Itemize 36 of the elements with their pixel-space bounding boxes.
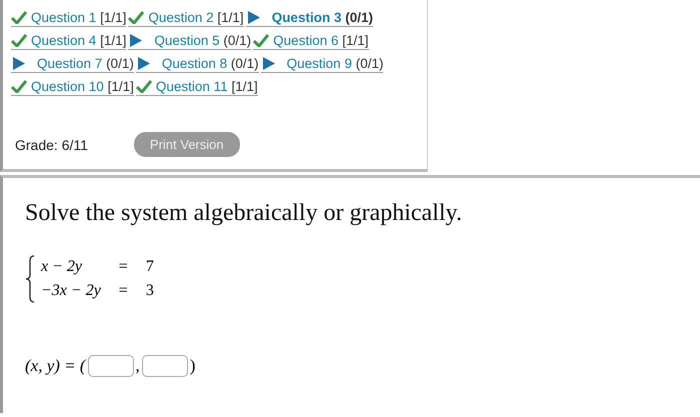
checkmark-icon: [11, 80, 27, 93]
grade-text: Grade: 6/11: [15, 136, 88, 152]
question-link[interactable]: Question 3 (0/1): [246, 10, 373, 27]
equals-sign: =: [118, 258, 128, 276]
y-answer-field[interactable]: [142, 355, 188, 377]
triangle-icon: [246, 11, 262, 24]
question-link[interactable]: Question 9 (0/1): [260, 56, 384, 73]
x-answer-field[interactable]: [88, 355, 134, 377]
question-link[interactable]: Question 7 (0/1): [11, 56, 134, 73]
triangle-icon: [11, 57, 27, 70]
question-link[interactable]: Question 10 [1/1]: [11, 79, 134, 96]
equation-right-side: 3: [146, 282, 154, 300]
question-link[interactable]: Question 5 (0/1): [128, 33, 252, 50]
question-prompt: Solve the system algebraically or graphically.: [25, 200, 463, 227]
brace-icon: [25, 255, 35, 303]
triangle-icon: [136, 57, 152, 70]
question-link[interactable]: Question 11 [1/1]: [136, 79, 258, 96]
checkmark-icon: [11, 34, 27, 47]
answer-label: (x, y) = (: [25, 356, 86, 376]
closing-parenthesis: ): [190, 356, 196, 376]
equals-sign: =: [118, 282, 128, 300]
triangle-icon: [128, 34, 144, 47]
checkmark-icon: [253, 34, 270, 47]
triangle-icon: [260, 57, 277, 70]
equation-left-side: −3x − 2y: [41, 282, 101, 300]
question-link[interactable]: Question 8 (0/1): [136, 56, 259, 73]
checkmark-icon: [128, 11, 144, 24]
equation-left-side: x − 2y: [41, 258, 83, 276]
question-link[interactable]: Question 1 [1/1]: [11, 10, 126, 27]
checkmark-icon: [136, 80, 152, 93]
question-link[interactable]: Question 6 [1/1]: [253, 33, 369, 50]
question-link[interactable]: Question 2 [1/1]: [128, 10, 244, 27]
comma-text: ,: [136, 356, 140, 376]
question-link[interactable]: Question 4 [1/1]: [11, 33, 126, 50]
equation-right-side: 7: [146, 258, 154, 276]
checkmark-icon: [11, 11, 27, 24]
